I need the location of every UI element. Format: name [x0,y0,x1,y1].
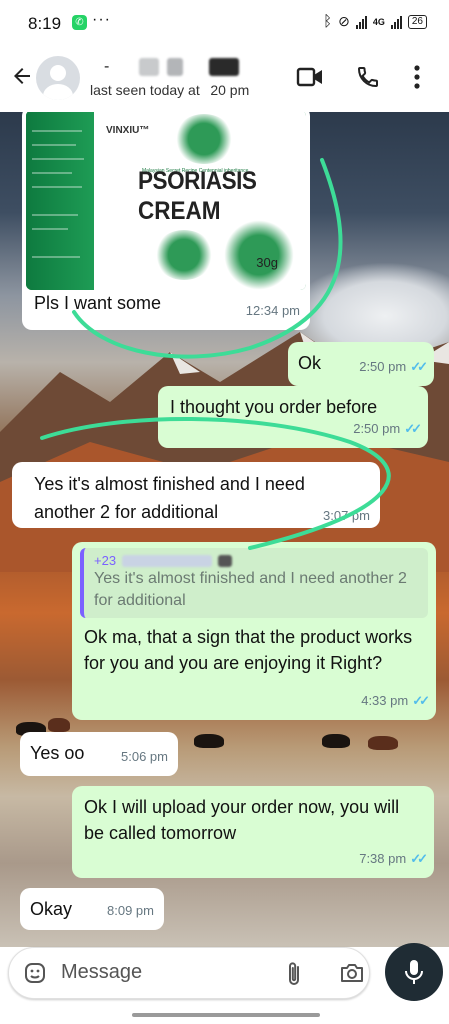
message-outgoing[interactable]: Ok I will upload your order now, you wil… [72,786,434,878]
message-time: 2:50 pm [353,421,401,436]
message-text: I thought you order before [170,397,378,417]
box-front-panel: VINXIU™ Malaysian Secret Recipe Centenni… [94,112,306,290]
message-time: 2:50 pm [359,359,407,374]
message-text: Ok ma, that a sign that the product work… [84,627,413,673]
message-meta: 8:09 pm [107,898,154,924]
message-time: 3:07 pm [323,508,370,523]
signal-icon [355,15,367,29]
sticker-icon[interactable] [23,961,47,985]
whatsapp-icon: ✆ [72,15,87,30]
mic-icon [405,960,423,984]
quoted-text: Yes it's almost finished and I need anot… [94,570,407,609]
wallpaper-yak [48,718,70,732]
signal-icon-2 [390,15,402,29]
product-name-line2: CREAM [138,197,221,225]
camera-icon[interactable] [339,962,365,984]
quoted-message[interactable]: +23 Yes it's almost finished and I need … [80,548,428,618]
voice-call-icon[interactable] [356,65,380,89]
back-arrow-icon[interactable] [10,64,34,88]
status-more-indicator: ··· [92,11,111,28]
status-bar: 8:19 ✆ ··· ᛒ ⊘ 4G 26 [0,0,449,46]
message-time: 4:33 pm [361,693,409,708]
message-outgoing[interactable]: I thought you order before 2:50 pm ✓✓ [158,386,428,448]
redacted-name-part [139,58,160,76]
message-text: Yes it's almost finished and I need anot… [34,474,305,522]
quoted-sender: +23 [94,553,418,568]
product-name-line1: PSORIASIS [138,167,257,195]
redacted-number [218,555,233,567]
bluetooth-icon: ᛒ [323,13,333,30]
chat-header: - last seen today at 20 pm [0,46,449,112]
message-incoming[interactable]: Yes it's almost finished and I need anot… [12,462,380,528]
redacted-number [122,555,213,567]
box-side-panel [26,112,94,290]
last-seen: last seen today at 20 pm [90,82,250,98]
message-meta: 3:07 pm [323,502,370,530]
message-meta: 5:06 pm [121,744,168,770]
redacted-name-part [209,58,240,76]
message-meta: 2:50 pm ✓✓ [353,416,422,442]
wallpaper-yak [194,734,224,748]
message-meta: 4:33 pm ✓✓ [361,688,430,714]
message-text: Pls I want some [34,293,162,313]
message-outgoing[interactable]: Ok 2:50 pm ✓✓ [288,342,434,386]
message-time: 12:34 pm [245,303,300,318]
message-incoming[interactable]: Yes oo 5:06 pm [20,732,178,776]
leaf-graphic [154,230,214,280]
battery-icon: 26 [407,14,427,29]
home-gesture-bar[interactable] [132,1013,320,1017]
message-meta: 2:50 pm ✓✓ [359,354,428,380]
message-text: Yes oo [30,743,85,763]
read-ticks-icon: ✓✓ [404,421,422,436]
message-text: Okay [30,899,73,919]
read-ticks-icon: ✓✓ [410,359,428,374]
product-image[interactable]: VINXIU™ Malaysian Secret Recipe Centenni… [26,112,306,290]
chat-area[interactable]: VINXIU™ Malaysian Secret Recipe Centenni… [0,112,449,947]
message-incoming[interactable]: Okay 8:09 pm [20,888,164,930]
network-type: 4G [372,16,385,27]
mic-button[interactable] [385,943,443,1001]
video-call-icon[interactable] [296,66,324,88]
product-weight: 30g [256,255,278,270]
message-text: Ok I will upload your order now, you wil… [84,797,400,843]
link-icon: ⊘ [338,13,350,29]
message-time: 8:09 pm [107,903,154,918]
message-placeholder: Message [61,961,143,983]
more-vert-icon[interactable] [413,64,421,90]
contact-name[interactable]: - [104,56,240,78]
status-indicators: ᛒ ⊘ 4G 26 [323,13,427,30]
product-brand: VINXIU™ [106,125,150,136]
message-time: 5:06 pm [121,749,168,764]
system-nav-bar [0,1005,449,1024]
composer-bar: Message [0,943,449,1005]
message-meta: 7:38 pm ✓✓ [359,846,428,872]
message-outgoing-reply[interactable]: +23 Yes it's almost finished and I need … [72,542,436,720]
redacted-name-part [167,58,184,76]
contact-name-prefix: - [104,58,110,75]
message-time: 7:38 pm [359,851,407,866]
read-ticks-icon: ✓✓ [410,851,428,866]
message-meta: 12:34 pm [246,298,300,324]
read-ticks-icon: ✓✓ [412,693,430,708]
message-incoming-image[interactable]: VINXIU™ Malaysian Secret Recipe Centenni… [22,112,310,330]
battery-level: 26 [411,15,423,27]
leaf-graphic [174,114,234,164]
wallpaper-yak [322,734,350,748]
wallpaper-yak [368,736,398,750]
status-time: 8:19 [28,14,62,33]
avatar[interactable] [36,56,80,100]
message-text: Ok [298,353,322,373]
attach-icon[interactable] [285,960,303,988]
message-input[interactable]: Message [8,947,370,999]
